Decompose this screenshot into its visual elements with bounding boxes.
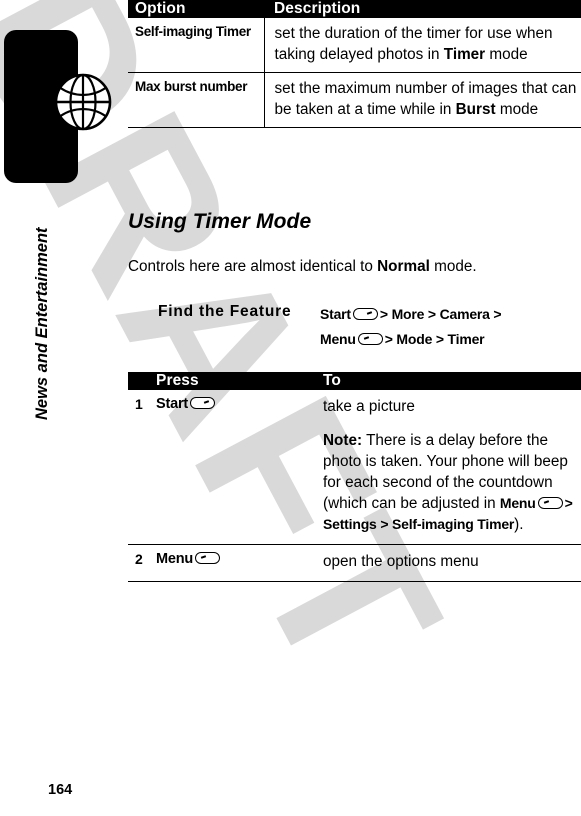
menu-path-rest: > More > Camera > (379, 306, 502, 322)
column-header-option: Option (135, 0, 186, 17)
table-row: Max burst number set the maximum number … (128, 72, 581, 128)
page-title: Using Timer Mode (128, 210, 312, 233)
column-header-number (128, 372, 150, 390)
softkey-left-icon (357, 333, 383, 345)
menu-path-key: Menu (320, 331, 356, 347)
press-key-label: Menu (156, 551, 194, 567)
description-text-post: mode (495, 101, 539, 118)
note-label: Note: (323, 432, 363, 449)
softkey-left-icon (195, 552, 221, 564)
step-number: 1 (128, 390, 150, 545)
step-note: Note: There is a delay before the photo … (323, 430, 577, 535)
step-description-line: open the options menu (323, 553, 479, 570)
table-row: Self-imaging Timer set the duration of t… (128, 18, 581, 73)
description-text-post: mode (485, 46, 528, 63)
softkey-right-icon (190, 397, 216, 409)
softkey-left-icon (537, 497, 563, 509)
note-key-label: Menu (499, 495, 536, 511)
intro-text-post: mode. (429, 258, 477, 275)
step-press-key: Menu (150, 544, 313, 582)
section-intro-paragraph: Controls here are almost identical to No… (128, 256, 578, 277)
table-row: 1 Start take a picture Note: There is a … (128, 390, 581, 545)
press-key-label: Start (156, 396, 189, 412)
options-table-header-row: Option Description (128, 0, 581, 18)
table-row: 2 Menu open the options menu (128, 544, 581, 582)
option-description: set the duration of the timer for use wh… (264, 18, 581, 73)
page-content: Option Description Self-imaging Timer se… (128, 0, 581, 816)
option-name: Max burst number (128, 72, 265, 128)
column-header-description: Description (274, 0, 361, 17)
note-close: ). (514, 516, 524, 533)
step-description: open the options menu (313, 544, 581, 582)
column-header-press: Press (156, 372, 199, 389)
step-description-line: take a picture (323, 398, 415, 415)
step-number: 2 (128, 544, 150, 582)
chapter-title-vertical: News and Entertainment (33, 227, 51, 420)
description-text-bold: Burst (455, 101, 496, 118)
column-header-to: To (323, 372, 341, 389)
softkey-right-icon (352, 308, 378, 320)
step-press-key: Start (150, 390, 313, 545)
menu-path-key: Start (320, 306, 351, 322)
press-table-header-row: Press To (128, 372, 581, 390)
description-text-bold: Timer (443, 46, 486, 63)
globe-icon (52, 71, 114, 133)
find-the-feature-label: Find the Feature (158, 303, 292, 320)
option-description: set the maximum number of images that ca… (264, 72, 581, 128)
intro-text-pre: Controls here are almost identical to (128, 258, 378, 275)
step-description: take a picture Note: There is a delay be… (313, 390, 581, 545)
page-number: 164 (48, 782, 73, 798)
press-to-table: Press To 1 Start take a picture Note: Th… (128, 372, 581, 582)
chapter-sidebar: News and Entertainment 164 (0, 0, 128, 816)
intro-text-bold: Normal (377, 258, 430, 275)
option-name: Self-imaging Timer (128, 18, 265, 73)
find-the-feature-path: Start > More > Camera > Menu > Mode > Time… (320, 302, 581, 352)
menu-path-rest: > Mode > Timer (384, 331, 485, 347)
options-table: Option Description Self-imaging Timer se… (128, 0, 581, 128)
